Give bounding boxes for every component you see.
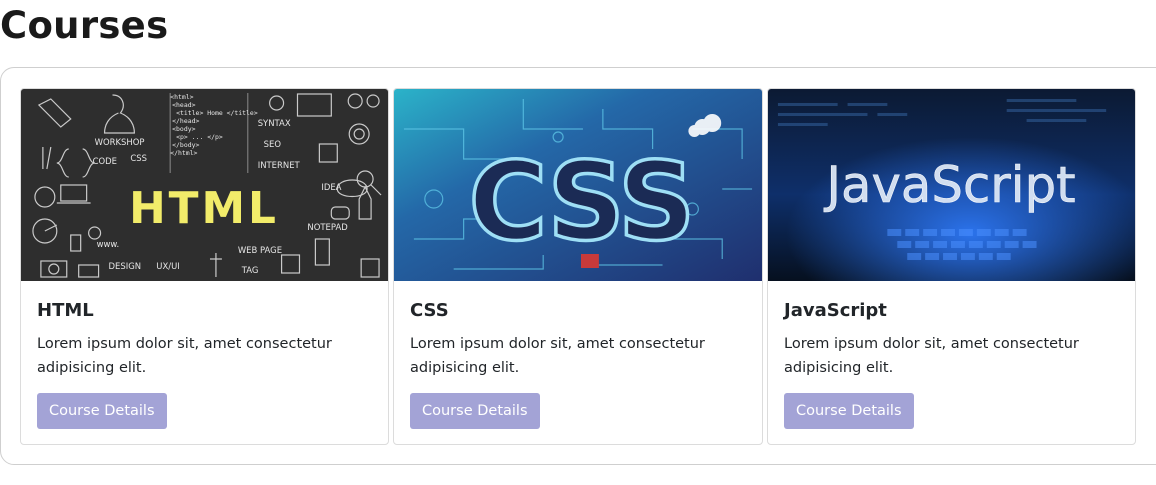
html-banner-text: HTML	[129, 183, 279, 234]
css-circuit-illustration: CSS	[394, 89, 762, 281]
course-description-html: Lorem ipsum dolor sit, amet consectetur …	[37, 336, 332, 376]
course-title-html: HTML	[37, 300, 94, 321]
svg-text:</body>: </body>	[172, 141, 199, 149]
svg-text:WORKSHOP: WORKSHOP	[95, 137, 145, 147]
svg-text:<p> ... </p>: <p> ... </p>	[176, 133, 223, 141]
course-card-html: <html> <head> <title> Home </title> </he…	[20, 88, 389, 445]
javascript-banner-text: JavaScript	[823, 156, 1075, 214]
svg-text:TAG: TAG	[241, 265, 259, 275]
chalkboard-html-illustration: <html> <head> <title> Home </title> </he…	[21, 89, 388, 281]
page-title: Courses	[0, 4, 169, 47]
course-image-css: CSS	[394, 89, 762, 281]
svg-text:INTERNET: INTERNET	[258, 160, 301, 170]
svg-text:<head>: <head>	[172, 101, 195, 109]
svg-text:IDEA: IDEA	[321, 182, 341, 192]
svg-text:<html>: <html>	[170, 93, 193, 101]
course-image-javascript: JavaScript	[768, 89, 1135, 281]
course-card-javascript: JavaScript JavaScript Lorem ipsum dolor …	[767, 88, 1136, 445]
svg-text:CODE: CODE	[93, 156, 117, 166]
course-title-javascript: JavaScript	[784, 300, 887, 321]
svg-text:</html>: </html>	[170, 149, 197, 157]
course-description-css: Lorem ipsum dolor sit, amet consectetur …	[410, 336, 705, 376]
svg-text:DESIGN: DESIGN	[109, 261, 142, 271]
javascript-laptop-illustration: JavaScript	[768, 89, 1135, 281]
css-banner-text: CSS	[469, 140, 694, 265]
svg-text:<body>: <body>	[172, 125, 195, 133]
course-title-css: CSS	[410, 300, 449, 321]
course-details-button-css[interactable]: Course Details	[410, 393, 540, 429]
course-description-javascript: Lorem ipsum dolor sit, amet consectetur …	[784, 336, 1079, 376]
svg-text:NOTEPAD: NOTEPAD	[307, 222, 348, 232]
svg-text:SYNTAX: SYNTAX	[258, 118, 291, 128]
svg-text:www.: www.	[97, 239, 120, 249]
svg-text:SEO: SEO	[264, 139, 282, 149]
course-details-button-javascript[interactable]: Course Details	[784, 393, 914, 429]
svg-text:WEB PAGE: WEB PAGE	[238, 245, 282, 255]
svg-text:<title> Home </title>: <title> Home </title>	[176, 109, 258, 117]
course-card-css: CSS CSS Lorem ipsum dolor sit, amet cons…	[393, 88, 763, 445]
course-image-html: <html> <head> <title> Home </title> </he…	[21, 89, 388, 281]
svg-text:</head>: </head>	[172, 117, 199, 125]
svg-text:UX/UI: UX/UI	[156, 261, 179, 271]
course-details-button-html[interactable]: Course Details	[37, 393, 167, 429]
svg-text:CSS: CSS	[130, 153, 147, 163]
